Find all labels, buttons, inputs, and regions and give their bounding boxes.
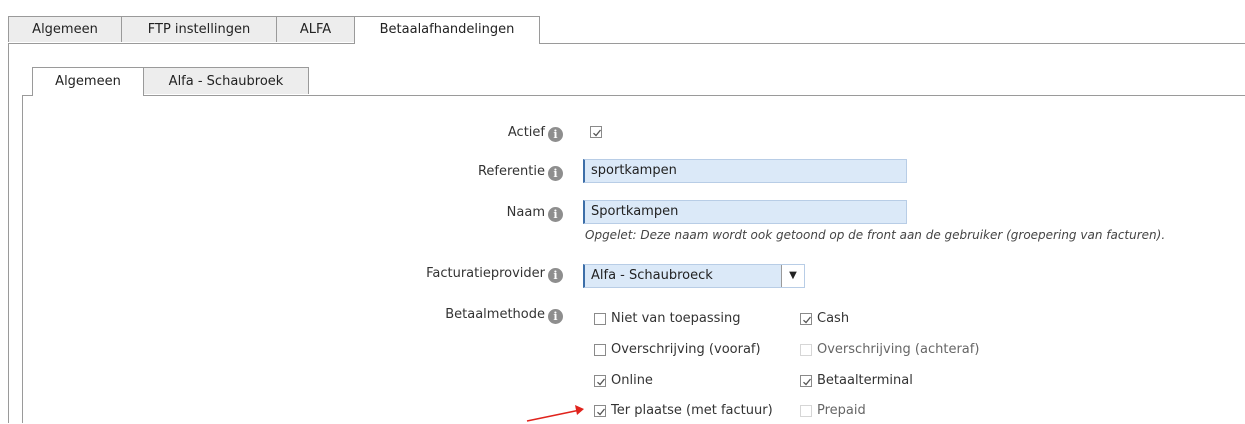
betaalmethode-checkbox-overschrijving-achteraf[interactable]	[800, 344, 812, 356]
actief-checkbox[interactable]	[590, 126, 602, 138]
facturatieprovider-selected-value: Alfa - Schaubroeck	[591, 268, 713, 283]
betaalmethode-checkbox-ter-plaatse[interactable]	[594, 405, 606, 417]
betaalmethode-checkbox-overschrijving-vooraf[interactable]	[594, 344, 606, 356]
betaalmethode-option-label: Betaalterminal	[817, 373, 913, 388]
betaalmethode-option-label: Online	[611, 373, 653, 388]
facturatieprovider-label: Facturatieprovider	[426, 266, 545, 281]
info-icon[interactable]: i	[548, 309, 563, 324]
tab-betaalafhandelingen[interactable]: Betaalafhandelingen	[354, 16, 540, 44]
tab-alfa[interactable]: ALFA	[276, 16, 355, 42]
betaalmethode-label: Betaalmethode	[445, 307, 545, 322]
subtab-alfa-schaubroek[interactable]: Alfa - Schaubroek	[143, 67, 309, 94]
betaalmethode-checkbox-betaalterminal[interactable]	[800, 375, 812, 387]
betaalmethode-option-label: Ter plaatse (met factuur)	[611, 403, 773, 418]
betaalmethode-checkbox-niet-van-toepassing[interactable]	[594, 313, 606, 325]
subtab-algemeen[interactable]: Algemeen	[32, 67, 144, 96]
referentie-label: Referentie	[477, 164, 545, 179]
main-tab-strip: Algemeen FTP instellingen ALFA Betaalafh…	[8, 16, 1245, 44]
referentie-input[interactable]: sportkampen	[583, 159, 907, 183]
betaalmethode-checkbox-online[interactable]	[594, 375, 606, 387]
betaalmethode-option-label: Cash	[817, 311, 850, 326]
info-icon[interactable]: i	[548, 166, 563, 181]
annotation-arrow-icon	[526, 405, 584, 422]
betaalmethode-checkbox-cash[interactable]	[800, 313, 812, 325]
betaalmethode-option-label: Overschrijving (achteraf)	[817, 342, 980, 357]
betaalmethode-checkbox-prepaid[interactable]	[800, 405, 812, 417]
sub-tab-strip: Algemeen Alfa - Schaubroek	[22, 67, 1245, 96]
chevron-down-icon[interactable]: ▼	[781, 265, 804, 287]
tab-algemeen[interactable]: Algemeen	[8, 16, 122, 42]
naam-note: Opgelet: Deze naam wordt ook getoond op …	[585, 228, 1166, 242]
facturatieprovider-select[interactable]: Alfa - Schaubroeck ▼	[583, 264, 805, 288]
betaalmethode-option-label: Niet van toepassing	[611, 311, 741, 326]
info-icon[interactable]: i	[548, 207, 563, 222]
tab-ftp-instellingen[interactable]: FTP instellingen	[121, 16, 277, 42]
info-icon[interactable]: i	[548, 127, 563, 142]
betaalmethode-option-label: Overschrijving (vooraf)	[611, 342, 761, 357]
betaalmethode-option-label: Prepaid	[817, 403, 866, 418]
naam-label: Naam	[506, 205, 545, 220]
info-icon[interactable]: i	[548, 268, 563, 283]
actief-label: Actief	[507, 125, 545, 140]
naam-input[interactable]: Sportkampen	[583, 200, 907, 224]
